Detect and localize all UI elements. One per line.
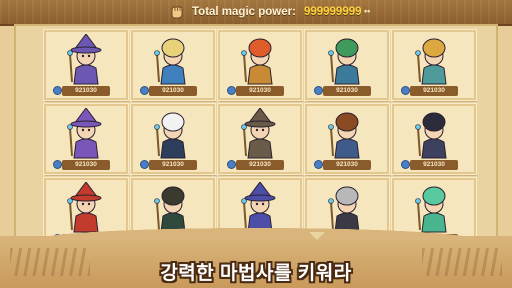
hero-power-value: 921030 bbox=[141, 160, 197, 170]
hero-portrait bbox=[67, 108, 102, 159]
power-value: 999999999 bbox=[303, 6, 362, 18]
slogan-text: 강력한 마법사를 키워라 bbox=[160, 263, 352, 284]
hero-card-hero-purple-mage[interactable]: 921030 bbox=[44, 104, 128, 174]
hero-portrait bbox=[241, 108, 276, 159]
hero-card-hero-blonde-elf[interactable]: 921030 bbox=[131, 30, 215, 100]
hero-portrait bbox=[328, 112, 360, 159]
hero-card-hero-young-scholar[interactable]: 921030 bbox=[305, 104, 389, 174]
hero-portrait bbox=[328, 38, 360, 85]
hero-card-hero-cowboy-gunner[interactable]: 921030 bbox=[218, 104, 302, 174]
hero-power-value: 921030 bbox=[315, 160, 371, 170]
hero-portrait bbox=[241, 38, 273, 85]
hero-power-value: 921030 bbox=[228, 86, 284, 96]
hero-power-value: 921030 bbox=[54, 86, 110, 96]
hero-power-value: 921030 bbox=[54, 160, 110, 170]
hero-portrait bbox=[67, 34, 102, 85]
power-label: Total magic power: bbox=[192, 6, 296, 18]
more-indicator[interactable]: •• bbox=[364, 6, 370, 16]
hero-portrait bbox=[415, 38, 447, 85]
hero-card-hero-hooded-assassin[interactable]: 921030 bbox=[392, 104, 476, 174]
hero-portrait bbox=[154, 112, 186, 159]
hero-card-hero-green-druid[interactable]: 921030 bbox=[305, 30, 389, 100]
banner-pointer bbox=[309, 232, 325, 240]
hero-card-hero-skull-necromancer[interactable]: 921030 bbox=[131, 104, 215, 174]
hero-card-hero-horned-sage[interactable]: 921030 bbox=[392, 30, 476, 100]
hero-portrait bbox=[154, 38, 186, 85]
hero-power-value: 921030 bbox=[315, 86, 371, 96]
hero-power-value: 921030 bbox=[141, 86, 197, 96]
hero-power-value: 921030 bbox=[402, 160, 458, 170]
hero-card-hero-blue-witch[interactable]: 921030 bbox=[44, 30, 128, 100]
hero-grid: 921030 921030 921030 921030 921030 921030 9210… bbox=[14, 24, 498, 248]
top-bar: Total magic power: 999999999 •• bbox=[0, 0, 512, 26]
hero-card-hero-red-flame[interactable]: 921030 bbox=[218, 30, 302, 100]
hero-power-value: 921030 bbox=[402, 86, 458, 96]
total-magic-power: Total magic power: 999999999 bbox=[168, 3, 362, 21]
hero-power-value: 921030 bbox=[228, 160, 284, 170]
hero-portrait bbox=[415, 112, 447, 159]
fist-icon bbox=[171, 6, 183, 19]
